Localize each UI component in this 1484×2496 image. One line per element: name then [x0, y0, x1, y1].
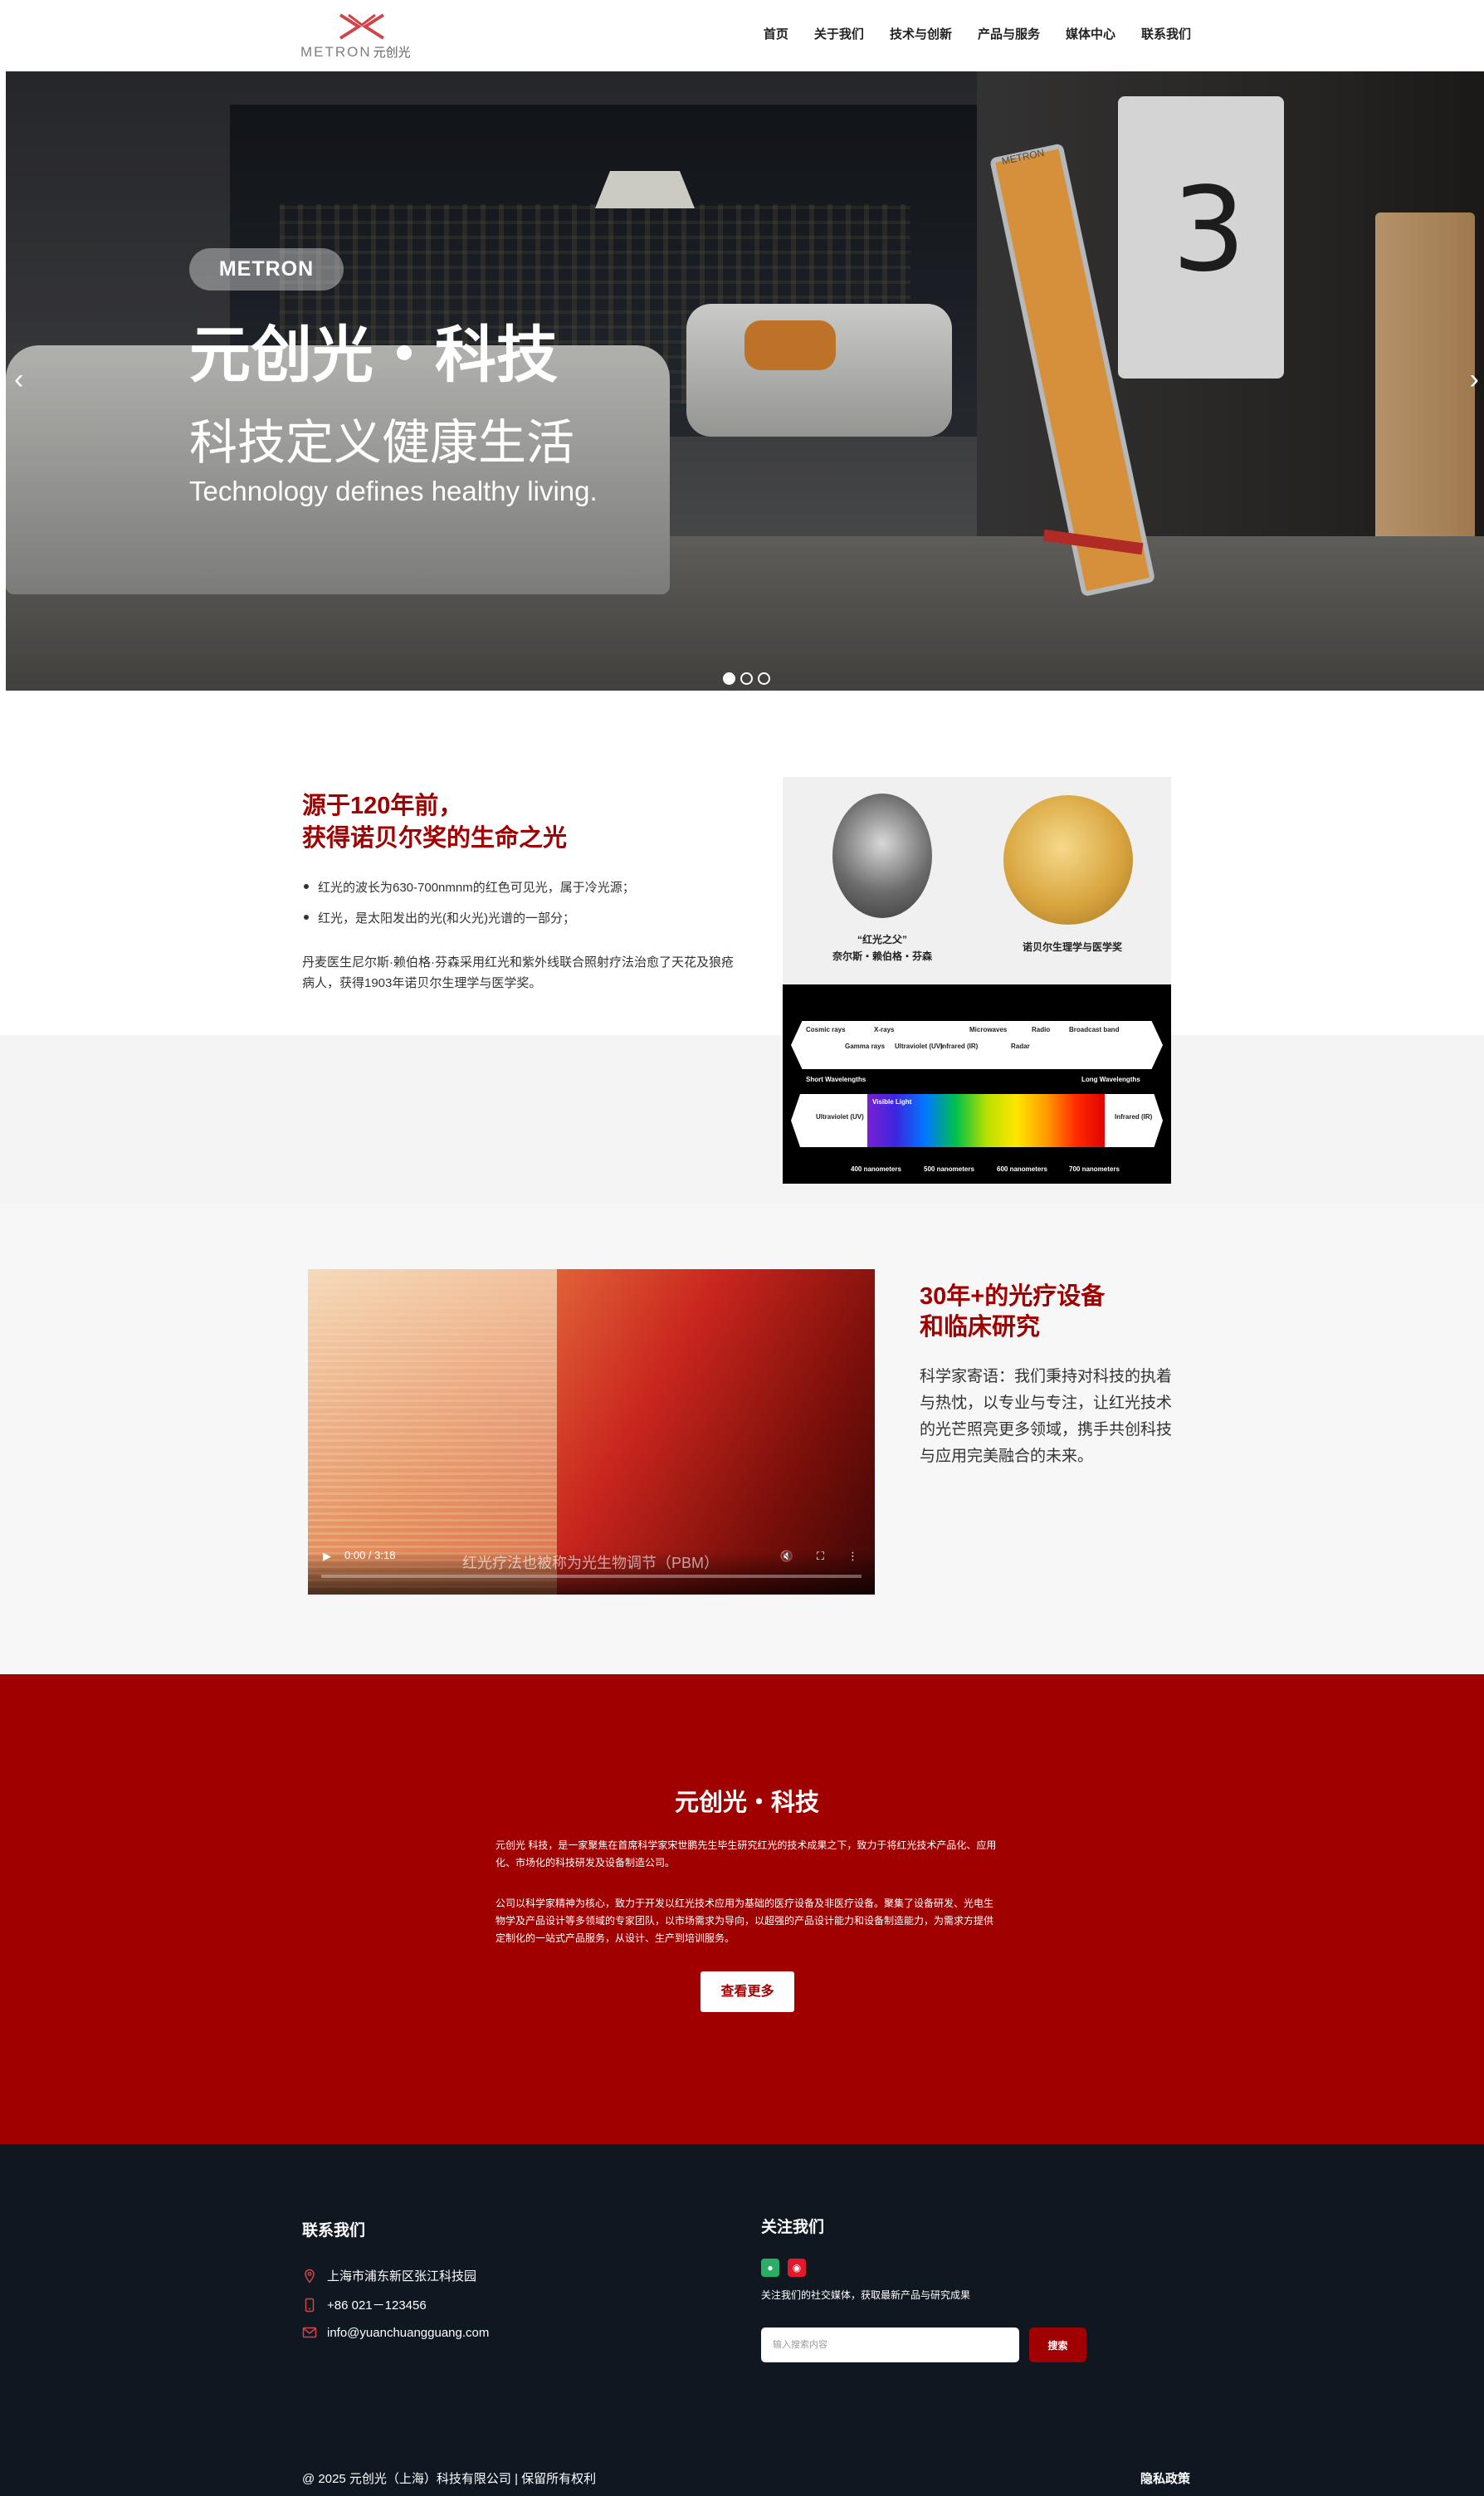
origin-paragraph: 丹麦医生尼尔斯·赖伯格·芬森采用红光和紫外线联合照射疗法治愈了天花及狼疮病人，获…: [302, 955, 734, 990]
nav-contact[interactable]: 联系我们: [1141, 25, 1191, 42]
social-links: ● ◉: [761, 2259, 806, 2277]
carousel-dots: [723, 672, 770, 685]
wechat-icon[interactable]: ●: [761, 2259, 779, 2277]
hero-carousel: 3 METRON METRON 元创光・科技 科技定义健康生活 Technolo…: [6, 71, 1484, 691]
nobel-medal: [1003, 795, 1133, 925]
contact-phone: +86 021－123456: [302, 2296, 427, 2313]
privacy-link[interactable]: 隐私政策: [1140, 2469, 1190, 2487]
about-paragraph: 元创光 科技，是一家聚焦在首席科学家宋世鹏先生毕生研究红光的技术成果之下，致力于…: [495, 1839, 997, 1868]
carousel-dot[interactable]: [758, 672, 770, 685]
about-paragraph: 公司以科学家精神为核心，致力于开发以红光技术应用为基础的医疗设备及非医疗设备。聚…: [495, 1898, 994, 1944]
video-time: 0:00 / 3:18: [344, 1549, 396, 1561]
nav-products[interactable]: 产品与服务: [978, 25, 1040, 42]
scientist-message: 科学家寄语：我们秉持对科技的执着与热忱，以专业与专注，让红光技术的光芒照亮更多领…: [920, 1368, 1173, 1465]
fullscreen-icon[interactable]: ⛶: [817, 1550, 824, 1563]
carousel-dot[interactable]: [723, 672, 735, 685]
site-footer: [0, 2144, 1484, 2496]
nav-home[interactable]: 首页: [764, 25, 788, 42]
mute-icon[interactable]: 🔇: [780, 1550, 793, 1563]
more-options-icon[interactable]: ⋮: [847, 1550, 858, 1563]
hero-title: 元创光・科技: [189, 320, 558, 389]
medal-caption: 诺贝尔生理学与医学奖: [1022, 941, 1122, 953]
list-item: 红光的波长为630-700nmnm的红色可见光，属于冷光源；: [302, 878, 635, 896]
copyright: @ 2025 元创光（上海）科技有限公司 | 保留所有权利: [302, 2472, 597, 2486]
contact-email: info@yuanchuangguang.com: [302, 2325, 489, 2340]
origin-bullets: 红光的波长为630-700nmnm的红色可见光，属于冷光源； 红光，是太阳发出的…: [302, 878, 635, 940]
nav-about[interactable]: 关于我们: [814, 25, 864, 42]
mail-icon: [302, 2327, 317, 2338]
logo-cn: 元创光: [373, 46, 411, 60]
logo-mark-icon: [339, 13, 385, 40]
nav-technology[interactable]: 技术与创新: [890, 25, 952, 42]
hero-badge: METRON: [189, 248, 344, 291]
site-header: METRON 元创光 首页 关于我们 技术与创新 产品与服务 媒体中心 联系我们: [0, 0, 1484, 71]
finsen-portrait: [832, 794, 932, 918]
video-subtitle: 红光疗法也被称为光生物调节（PBM）: [462, 1555, 720, 1571]
location-pin-icon: [305, 2269, 315, 2284]
hero-english-tagline: Technology defines healthy living.: [189, 476, 598, 506]
play-icon[interactable]: ▶: [323, 1550, 331, 1563]
nobel-spectrum-figure: “红光之父” 奈尔斯・赖伯格・芬森 诺贝尔生理学与医学奖 Cosmic rays…: [783, 777, 1171, 1184]
contact-title: 联系我们: [302, 2222, 366, 2240]
portrait-caption: “红光之父” 奈尔斯・赖伯格・芬森: [832, 934, 932, 962]
about-title: 元创光・科技: [674, 1790, 819, 1816]
list-item: 红光，是太阳发出的光(和火光)光谱的一部分；: [302, 909, 635, 926]
logo[interactable]: METRON 元创光: [300, 12, 423, 61]
section-title-origin: 源于120年前， 获得诺贝尔奖的生命之光: [302, 793, 568, 852]
phone-icon: [305, 2298, 315, 2312]
learn-more-button[interactable]: 查看更多: [701, 1971, 794, 2012]
contact-address: 上海市浦东新区张江科技园: [302, 2267, 476, 2284]
logo-wordmark: METRON: [300, 44, 372, 60]
chevron-right-icon[interactable]: ›: [1470, 364, 1479, 396]
electromagnetic-spectrum: Cosmic rays Gamma rays X-rays Ultraviole…: [783, 984, 1171, 1184]
follow-description: 关注我们的社交媒体，获取最新产品与研究成果: [761, 2289, 971, 2301]
nav-media[interactable]: 媒体中心: [1066, 25, 1115, 42]
hero-subtitle: 科技定义健康生活: [189, 416, 575, 470]
carousel-dot[interactable]: [740, 672, 753, 685]
follow-title: 关注我们: [761, 2219, 825, 2236]
search-button[interactable]: 搜索: [1029, 2327, 1086, 2362]
weibo-icon[interactable]: ◉: [788, 2259, 806, 2277]
video-progress-bar[interactable]: [321, 1575, 862, 1578]
intro-video-player[interactable]: 红光疗法也被称为光生物调节（PBM） ▶ 0:00 / 3:18 🔇 ⛶ ⋮: [308, 1269, 875, 1595]
main-nav: 首页 关于我们 技术与创新 产品与服务 媒体中心 联系我们: [764, 25, 1191, 42]
search-input[interactable]: [761, 2327, 1019, 2362]
section-title-research: 30年+的光疗设备 和临床研究: [920, 1283, 1106, 1341]
chevron-left-icon[interactable]: ‹: [14, 364, 23, 396]
